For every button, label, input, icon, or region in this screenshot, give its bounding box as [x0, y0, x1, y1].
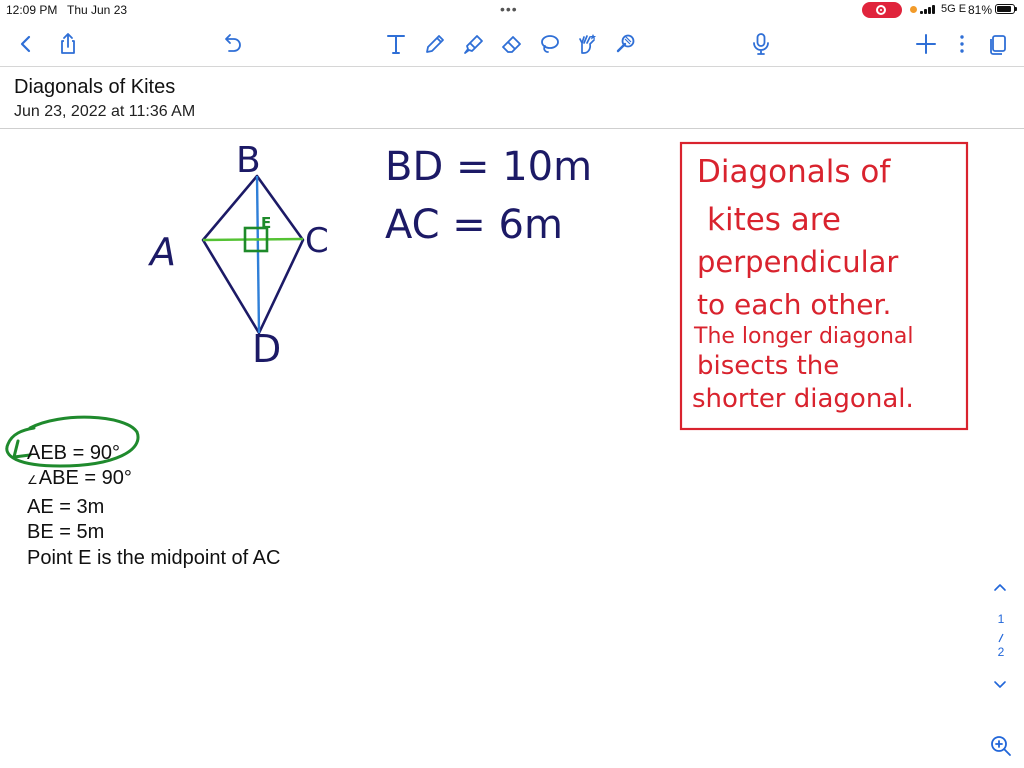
point-label-e: E: [261, 214, 271, 232]
mic-in-use-indicator: [910, 6, 917, 13]
screen-recording-icon[interactable]: [862, 2, 902, 18]
note-line-4: to each other.: [697, 288, 891, 321]
diagonal-ac: [202, 237, 304, 242]
microphone-icon[interactable]: [747, 30, 775, 58]
shape-hand-icon[interactable]: [574, 30, 602, 58]
vertex-label-a: A: [147, 230, 176, 274]
cellular-signal-icon: [920, 4, 938, 14]
status-bar: 12:09 PM Thu Jun 23 ••• 5G E 81%: [0, 0, 1024, 20]
status-time: 12:09 PM: [6, 3, 58, 17]
page-up-chevron-icon[interactable]: [992, 580, 1008, 596]
page-separator-icon: [996, 630, 1006, 643]
multitasking-dots-icon[interactable]: •••: [500, 1, 518, 17]
note-line-5: The longer diagonal: [693, 324, 913, 349]
kite-outline: [201, 174, 305, 335]
typed-line-ae[interactable]: AE = 3m: [27, 495, 104, 519]
zoom-icon[interactable]: [987, 732, 1015, 760]
more-icon[interactable]: [948, 30, 976, 58]
toolbar: [0, 24, 1024, 67]
angle-symbol: ∠: [27, 473, 38, 487]
battery-icon: [995, 4, 1017, 14]
typed-line-angle-aeb[interactable]: AEB = 90°: [27, 441, 120, 465]
typed-line-angle-abe[interactable]: ∠ABE = 90°: [27, 466, 132, 492]
add-icon[interactable]: [912, 30, 940, 58]
angle-aeb-text: AEB = 90°: [27, 442, 121, 464]
back-chevron-icon[interactable]: [12, 30, 40, 58]
laser-pointer-icon[interactable]: [611, 30, 639, 58]
total-pages-number: 2: [997, 645, 1005, 659]
vertex-label-c: C: [305, 221, 329, 261]
note-line-3: perpendicular: [697, 245, 898, 279]
battery-percentage: 81%: [968, 3, 993, 17]
share-icon[interactable]: [54, 30, 82, 58]
diagonal-bd: [255, 175, 261, 334]
typed-line-be[interactable]: BE = 5m: [27, 520, 104, 544]
measurement-ac: AC = 6m: [385, 202, 563, 248]
rule-note-text: Diagonals of kites are perpendicular to …: [692, 154, 914, 414]
note-line-1: Diagonals of: [697, 154, 891, 190]
note-line-7: shorter diagonal.: [692, 384, 914, 414]
handwriting-canvas[interactable]: B A C D E BD = 10m AC = 6m Diagonals of …: [0, 129, 1024, 768]
vertex-label-d: D: [252, 327, 281, 371]
undo-icon[interactable]: [218, 30, 246, 58]
highlighter-icon[interactable]: [459, 30, 487, 58]
page-down-chevron-icon[interactable]: [992, 676, 1008, 692]
lasso-icon[interactable]: [535, 30, 563, 58]
eraser-icon[interactable]: [498, 30, 526, 58]
current-page-number: 1: [997, 612, 1005, 626]
note-date: Jun 23, 2022 at 11:36 AM: [14, 103, 196, 120]
note-title[interactable]: Diagonals of Kites: [14, 76, 175, 99]
text-tool-icon[interactable]: [382, 30, 410, 58]
vertex-label-b: B: [236, 140, 261, 181]
measurement-bd: BD = 10m: [385, 144, 592, 190]
note-line-6: bisects the: [697, 351, 839, 381]
angle-abe-text: ABE = 90°: [38, 467, 132, 489]
pen-icon[interactable]: [421, 30, 449, 58]
pages-icon[interactable]: [984, 30, 1012, 58]
status-date: Thu Jun 23: [67, 3, 128, 17]
note-line-2: kites are: [707, 202, 841, 238]
network-type: 5G E: [941, 3, 967, 15]
typed-line-midpoint[interactable]: Point E is the midpoint of AC: [27, 546, 280, 570]
